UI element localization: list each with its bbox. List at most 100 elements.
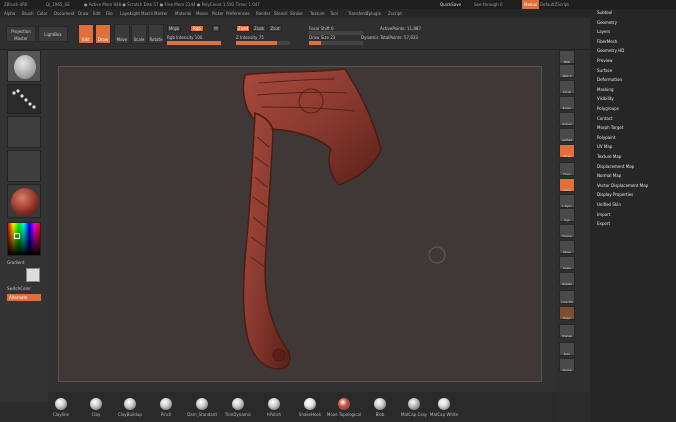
menu-color[interactable]: Color xyxy=(37,9,47,18)
polyf-button[interactable]: PolyF xyxy=(559,306,575,320)
aahalf-button[interactable]: AAHalf xyxy=(559,128,575,142)
scale-view-button[interactable]: Scale xyxy=(559,256,575,270)
xyz-button[interactable]: Xyz xyxy=(559,208,575,222)
brush-claybuildup-icon[interactable] xyxy=(124,398,136,410)
tool-menu-fibermesh[interactable]: FiberMesh xyxy=(597,39,617,44)
tool-menu-polypaint[interactable]: Polypaint xyxy=(597,135,615,140)
tool-menu-vector-displacement-map[interactable]: Vector Displacement Map xyxy=(597,183,648,188)
frame-button[interactable]: Frame xyxy=(559,224,575,238)
tool-menu-visibility[interactable]: Visibility xyxy=(597,96,614,101)
brush-matcap-white-icon[interactable] xyxy=(438,398,450,410)
tool-menu-surface[interactable]: Surface xyxy=(597,68,612,73)
menu-draw[interactable]: Draw xyxy=(78,9,88,18)
m-button[interactable]: M xyxy=(212,25,220,32)
brush-matcap-gray-label[interactable]: MatCap Gray xyxy=(401,412,427,417)
brush-dam_standard-icon[interactable] xyxy=(196,398,208,410)
zoom-button[interactable]: Zoom xyxy=(559,96,575,110)
brush-hpolish-icon[interactable] xyxy=(268,398,280,410)
menu-material[interactable]: Material xyxy=(175,9,191,18)
tool-menu-import[interactable]: Import xyxy=(597,212,610,217)
tool-menu-subtool[interactable]: Subtool xyxy=(597,10,612,15)
menu-file[interactable]: File xyxy=(106,9,113,18)
transp-button[interactable]: Transp xyxy=(559,324,575,338)
linefill-button[interactable]: Line Fill xyxy=(559,290,575,304)
menu-transform[interactable]: Transform xyxy=(348,9,368,18)
tool-menu-polygroups[interactable]: Polygroups xyxy=(597,106,619,111)
menu-light[interactable]: Light xyxy=(130,9,140,18)
brush-pinch-label[interactable]: Pinch xyxy=(161,412,172,417)
local-button[interactable]: Local xyxy=(559,178,575,192)
xpose-button[interactable]: Xpose xyxy=(559,358,575,372)
brush-pinch-icon[interactable] xyxy=(160,398,172,410)
move-view-button[interactable]: Move xyxy=(559,240,575,254)
menu-document[interactable]: Document xyxy=(54,9,75,18)
tool-menu-preview[interactable]: Preview xyxy=(597,58,613,63)
menu-texture[interactable]: Texture xyxy=(310,9,325,18)
brush-blob-icon[interactable] xyxy=(374,398,386,410)
brush-trimdynamic-icon[interactable] xyxy=(232,398,244,410)
brush-clay-label[interactable]: Clay xyxy=(92,412,101,417)
mrgb-button[interactable]: Mrgb xyxy=(167,25,181,32)
rgb-intensity-slider[interactable] xyxy=(167,41,221,45)
brush-claybuildup-label[interactable]: ClayBuildup xyxy=(118,412,142,417)
menu-brush[interactable]: Brush xyxy=(22,9,34,18)
scale-button[interactable]: Scale xyxy=(131,24,147,44)
menu-edit[interactable]: Edit xyxy=(93,9,101,18)
brush-blob-label[interactable]: Blob xyxy=(376,412,385,417)
gradient-label[interactable]: Gradient xyxy=(7,260,24,265)
brush-thumbnail[interactable] xyxy=(7,50,41,82)
tool-menu-geometry[interactable]: Geometry xyxy=(597,20,617,25)
menu-zplugin[interactable]: Zplugin xyxy=(366,9,381,18)
tool-menu-morph-target[interactable]: Morph Target xyxy=(597,125,623,130)
menu-preferences[interactable]: Preferences xyxy=(226,9,250,18)
tool-menu-unified-skin[interactable]: Unified Skin xyxy=(597,202,621,207)
brush-snakehook-icon[interactable] xyxy=(304,398,316,410)
see-through-label[interactable]: See-through xyxy=(474,0,499,9)
menu-stroke[interactable]: Stroke xyxy=(290,9,303,18)
brush-clayline-icon[interactable] xyxy=(55,398,67,410)
z-intensity-slider[interactable] xyxy=(236,41,290,45)
brush-hpolish-label[interactable]: hPolish xyxy=(267,412,281,417)
menu-render[interactable]: Render xyxy=(256,9,270,18)
material-thumbnail[interactable] xyxy=(7,184,41,218)
draw-button[interactable]: Draw xyxy=(95,24,111,44)
tool-menu-layers[interactable]: Layers xyxy=(597,29,610,34)
edit-button[interactable]: Edit xyxy=(78,24,94,44)
menu-alpha[interactable]: Alpha xyxy=(4,9,15,18)
scroll-button[interactable]: Scroll xyxy=(559,80,575,94)
stroke-thumbnail[interactable] xyxy=(7,84,41,114)
tool-menu-normal-map[interactable]: Normal Map xyxy=(597,173,621,178)
tool-menu-texture-map[interactable]: Texture Map xyxy=(597,154,621,159)
floor-button[interactable]: Floor xyxy=(559,162,575,176)
menu-marker[interactable]: Marker xyxy=(154,9,168,18)
rotate-view-button[interactable]: Rotate xyxy=(559,272,575,286)
switch-color-button[interactable]: SwitchColor xyxy=(7,286,31,291)
axe-handle[interactable] xyxy=(242,111,291,370)
persp-button[interactable]: Persp xyxy=(559,144,575,158)
default-zscript-button[interactable]: DefaultZScript xyxy=(540,0,569,9)
document-canvas[interactable] xyxy=(58,66,542,382)
brush-move-topological-icon[interactable] xyxy=(338,398,350,410)
tool-menu-geometry-hd[interactable]: Geometry HD xyxy=(597,48,624,53)
secondary-color-swatch[interactable] xyxy=(26,268,40,282)
solo-button[interactable]: Solo xyxy=(559,342,575,356)
brush-move-topological-label[interactable]: Move Topological xyxy=(327,412,361,417)
brush-clay-icon[interactable] xyxy=(90,398,102,410)
actual-button[interactable]: Actual xyxy=(559,112,575,126)
menu-macro[interactable]: Macro xyxy=(141,9,153,18)
brush-matcap-gray-icon[interactable] xyxy=(408,398,420,410)
quicksave-button[interactable]: QuickSave xyxy=(440,0,461,9)
zsub-button[interactable]: Zsub xyxy=(252,25,266,32)
lightbox-button[interactable]: LightBox xyxy=(38,26,68,42)
tool-menu-masking[interactable]: Masking xyxy=(597,87,614,92)
alpha-thumbnail[interactable] xyxy=(7,116,41,148)
texture-thumbnail[interactable] xyxy=(7,150,41,182)
tool-menu-displacement-map[interactable]: Displacement Map xyxy=(597,164,634,169)
menu-movie[interactable]: Movie xyxy=(196,9,208,18)
rgb-button[interactable]: Rgb xyxy=(190,25,204,32)
rotate-button[interactable]: Rotate xyxy=(148,24,164,44)
bpr-button[interactable]: BPR xyxy=(559,50,575,64)
alternate-button[interactable]: Alternate xyxy=(7,294,41,301)
brush-matcap-white-label[interactable]: MatCap White xyxy=(430,412,458,417)
color-picker[interactable] xyxy=(7,222,41,256)
